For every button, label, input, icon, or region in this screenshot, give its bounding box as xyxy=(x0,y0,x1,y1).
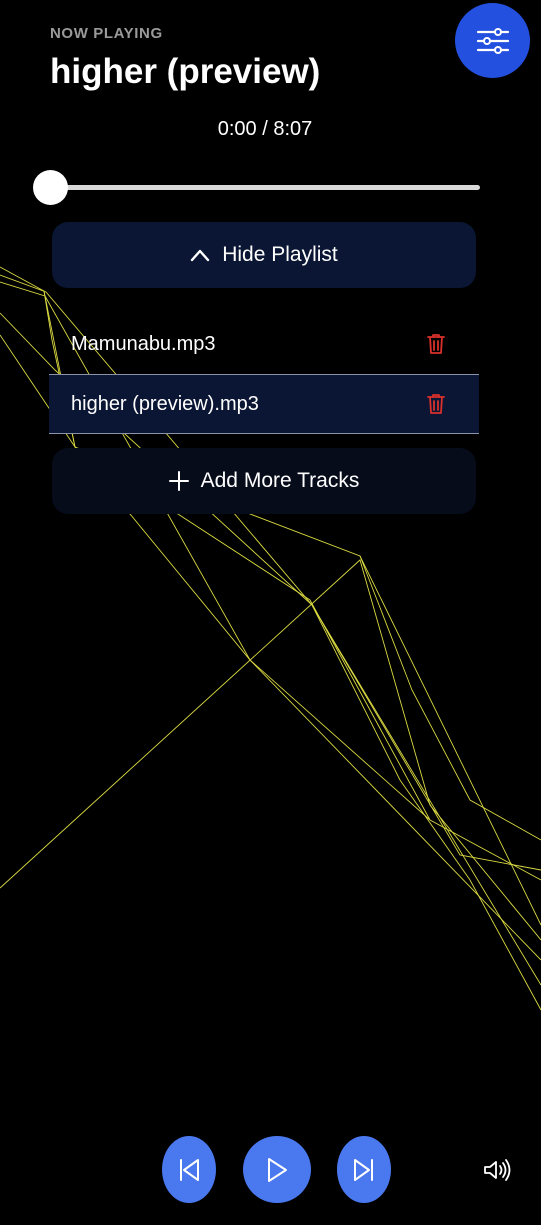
trash-icon xyxy=(427,334,445,354)
chevron-up-icon xyxy=(191,249,210,262)
track-duration: 8:07 xyxy=(273,118,313,140)
time-readout: 0:00 / 8:07 xyxy=(0,118,530,141)
track-title: higher (preview) xyxy=(50,52,321,91)
play-button[interactable] xyxy=(243,1136,311,1203)
volume-icon xyxy=(484,1159,511,1181)
seek-track xyxy=(50,185,480,190)
visualizer-line xyxy=(359,555,541,841)
seek-slider[interactable] xyxy=(33,170,480,206)
hide-playlist-button[interactable]: Hide Playlist xyxy=(52,222,476,288)
seek-thumb[interactable] xyxy=(33,170,68,205)
playlist-item-name: Mamunabu.mp3 xyxy=(71,332,216,355)
playlist-item[interactable]: Mamunabu.mp3 xyxy=(49,314,479,374)
next-track-button[interactable] xyxy=(337,1136,391,1203)
add-tracks-label: Add More Tracks xyxy=(200,469,360,492)
delete-track-button[interactable] xyxy=(427,393,445,415)
delete-track-button[interactable] xyxy=(427,333,445,355)
playlist-item-active[interactable]: higher (preview).mp3 xyxy=(49,374,479,434)
time-separator: / xyxy=(256,118,274,140)
add-tracks-button[interactable]: Add More Tracks xyxy=(52,448,476,514)
playlist: Mamunabu.mp3 higher (preview).mp3 xyxy=(49,314,479,434)
playlist-item-name: higher (preview).mp3 xyxy=(71,392,259,415)
play-icon xyxy=(268,1157,287,1182)
hide-playlist-label: Hide Playlist xyxy=(222,243,338,266)
visualizer-line xyxy=(0,559,541,941)
trash-icon xyxy=(427,394,445,414)
previous-track-button[interactable] xyxy=(162,1136,216,1203)
now-playing-label: NOW PLAYING xyxy=(50,25,163,42)
plus-icon xyxy=(168,471,189,491)
current-time: 0:00 xyxy=(217,118,257,140)
skip-back-icon xyxy=(180,1158,199,1181)
settings-button[interactable] xyxy=(455,3,530,78)
volume-button[interactable] xyxy=(480,1152,516,1188)
skip-forward-icon xyxy=(354,1158,373,1181)
sliders-icon xyxy=(476,27,509,54)
